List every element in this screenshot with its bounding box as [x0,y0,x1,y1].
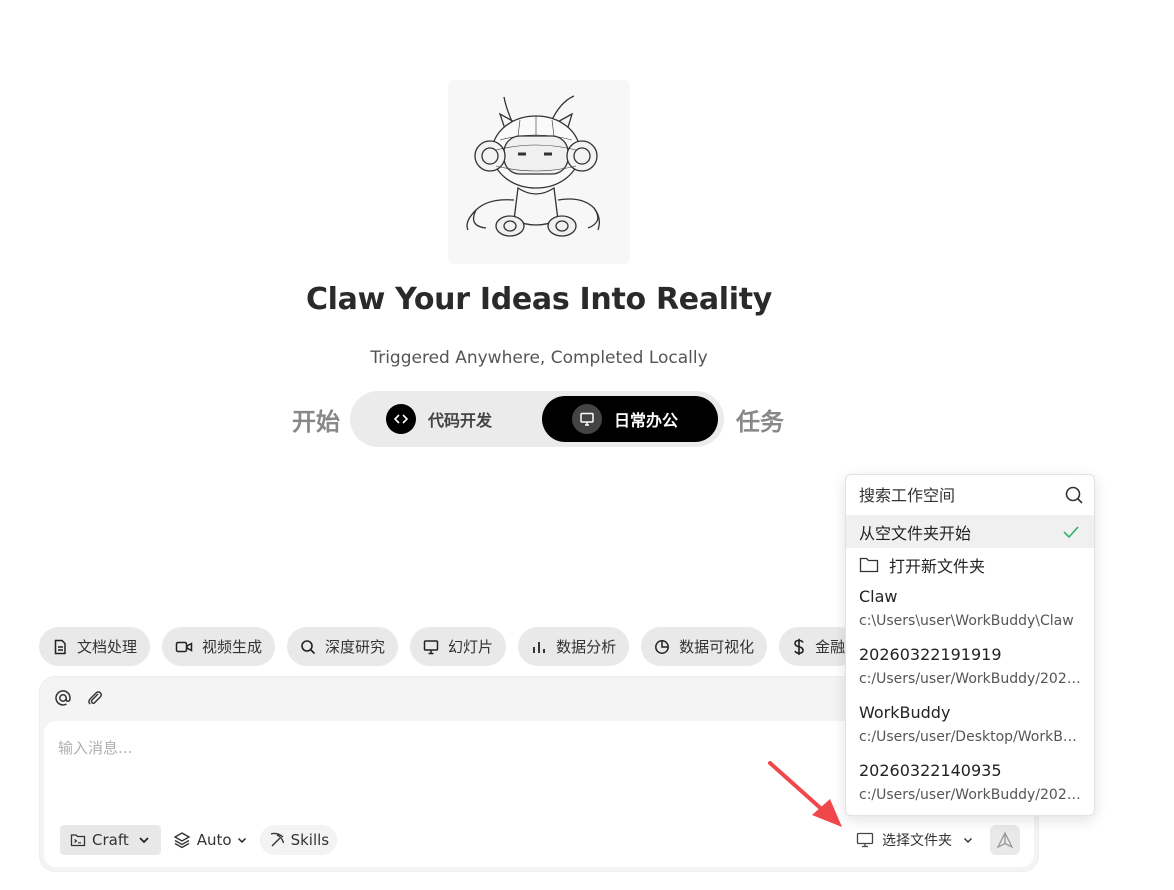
mode-option-code-dev[interactable]: 代码开发 [354,396,542,442]
auto-label: Auto [196,831,232,849]
composer-actions: 选择文件夹 [856,825,1020,855]
layers-icon [173,832,191,849]
chip-label: 文档处理 [77,638,138,656]
chip-slides[interactable]: 幻灯片 [410,627,507,666]
workspace-item[interactable]: WorkBuddy c:/Users/user/Desktop/WorkBudd… [846,697,1094,755]
mode-option-daily-office[interactable]: 日常办公 [542,396,718,442]
option-label: 从空文件夹开始 [859,523,972,543]
mode-option-label: 代码开发 [428,411,493,430]
select-folder-label: 选择文件夹 [882,833,952,849]
chip-label: 幻灯片 [448,638,494,656]
workspace-search [846,475,1094,515]
page-title: Claw Your Ideas Into Reality [305,282,773,317]
folder-icon [859,556,879,574]
chevron-down-icon [139,837,149,844]
search-icon[interactable] [1064,485,1084,505]
chip-data-analysis[interactable]: 数据分析 [518,627,630,666]
workspace-name: 20260322191919 [859,645,1002,664]
monitor-icon [572,404,602,434]
chip-label: 金融 [815,638,846,656]
mode-suffix-label: 任务 [736,407,784,436]
workspace-path: c:/Users/user/Desktop/WorkBuddy [859,729,1081,745]
chip-deep-research[interactable]: 深度研究 [287,627,399,666]
pie-chart-icon [655,639,670,654]
workspace-name: WorkBuddy [859,703,951,722]
bar-chart-icon [533,641,545,653]
page-subtitle: Triggered Anywhere, Completed Locally [370,348,708,368]
craft-mode-dropdown[interactable]: Craft [60,825,161,855]
send-icon [996,831,1014,849]
chip-finance[interactable]: 金融 [779,627,849,666]
chevron-down-icon [237,837,246,844]
send-button[interactable] [990,825,1020,855]
pickaxe-icon [270,832,284,847]
workspace-search-input[interactable] [859,485,1064,505]
mode-selector-row: 开始 代码开发 日常办公 任务 [292,391,784,447]
monitor-icon [423,639,439,654]
annotation-arrow [768,761,842,827]
mode-prefix-label: 开始 [292,407,340,436]
mode-option-label: 日常办公 [614,411,679,430]
attachment-icon[interactable] [86,689,104,711]
code-icon [386,404,416,434]
chip-label: 视频生成 [202,638,263,656]
quick-action-chips: 文档处理 视频生成 深度研究 幻灯片 数据分析 数据可视化 金融 [39,627,849,666]
craft-label: Craft [92,831,129,849]
skills-label: Skills [290,831,330,849]
message-input[interactable] [58,735,838,761]
document-icon [54,639,66,654]
robot-mascot-image [448,80,630,264]
chip-data-visualization[interactable]: 数据可视化 [641,627,768,666]
composer-options: Craft Auto Skills [60,825,338,855]
folder-terminal-icon [70,834,86,847]
auto-model-dropdown[interactable]: Auto [171,825,250,855]
check-icon [1063,525,1079,538]
video-icon [175,641,193,652]
select-folder-dropdown[interactable]: 选择文件夹 [856,825,974,855]
workspace-dropdown: 从空文件夹开始 打开新文件夹 Claw c:\Users\user\WorkBu… [845,474,1095,816]
chip-label: 数据可视化 [679,638,755,656]
workspace-path: c:/Users/user/WorkBuddy/20260322191919 [859,671,1081,687]
workspace-path: c:\Users\user\WorkBuddy\Claw [859,613,1074,629]
chip-video-generation[interactable]: 视频生成 [162,627,276,666]
chevron-down-icon [963,837,973,844]
workspace-item[interactable]: Claw c:\Users\user\WorkBuddy\Claw [846,581,1094,639]
chip-label: 数据分析 [556,638,617,656]
workspace-item[interactable]: 20260322191919 c:/Users/user/WorkBuddy/2… [846,639,1094,697]
dollar-icon [794,638,804,655]
monitor-icon [856,832,874,848]
app-page: Claw Your Ideas Into Reality Triggered A… [0,0,1174,890]
mode-toggle: 代码开发 日常办公 [350,391,724,447]
workspace-name: 20260322140935 [859,761,1002,780]
workspace-item[interactable]: 20260322140935 c:/Users/user/WorkBuddy/2… [846,755,1094,813]
start-empty-folder-option[interactable]: 从空文件夹开始 [846,515,1094,548]
mention-icon[interactable] [54,689,72,711]
workspace-name: Claw [859,587,898,606]
composer-toolbar [54,689,104,711]
search-icon [301,639,316,654]
workspace-path: c:/Users/user/WorkBuddy/20260322140935 [859,787,1081,803]
skills-button[interactable]: Skills [259,825,338,855]
open-new-folder-option[interactable]: 打开新文件夹 [846,548,1094,581]
chip-document-processing[interactable]: 文档处理 [39,627,151,666]
chip-label: 深度研究 [325,638,386,656]
option-label: 打开新文件夹 [889,556,986,576]
